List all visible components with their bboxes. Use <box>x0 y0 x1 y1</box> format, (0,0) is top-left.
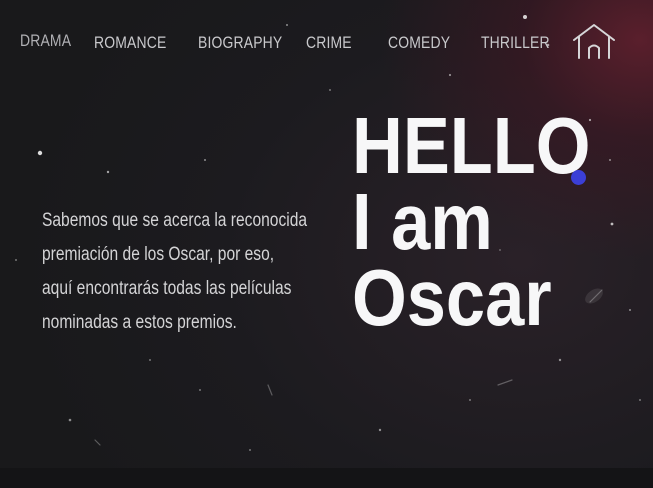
intro-line-4: nominadas a estos premios. <box>42 312 237 333</box>
bottom-strip <box>0 468 653 488</box>
accent-dot <box>571 170 586 185</box>
hero-heading: HELLO I am Oscar <box>352 101 623 342</box>
nav-item-romance[interactable]: ROMANCE <box>94 33 166 53</box>
nav-item-crime[interactable]: CRIME <box>306 33 352 53</box>
nav-item-comedy[interactable]: COMEDY <box>388 33 450 53</box>
nav-item-thriller[interactable]: THRILLER <box>481 33 550 53</box>
home-icon[interactable] <box>571 22 617 62</box>
nav-item-biography[interactable]: BIOGRAPHY <box>198 33 282 53</box>
intro-line-1: Sabemos que se acerca la reconocida <box>42 210 308 231</box>
nav-item-drama[interactable]: DRAMA <box>20 31 71 51</box>
hero-line-oscar: Oscar <box>352 253 552 342</box>
intro-line-2: premiación de los Oscar, por eso, <box>42 244 275 265</box>
intro-paragraph: Sabemos que se acerca la reconocida prem… <box>42 204 329 340</box>
intro-line-3: aquí encontrarás todas las películas <box>42 278 292 299</box>
genre-nav: DRAMA ROMANCE BIOGRAPHY CRIME COMEDY THR… <box>0 22 653 66</box>
hero-line-i-am: I am <box>352 177 493 266</box>
hero-line-hello: HELLO <box>352 101 591 190</box>
